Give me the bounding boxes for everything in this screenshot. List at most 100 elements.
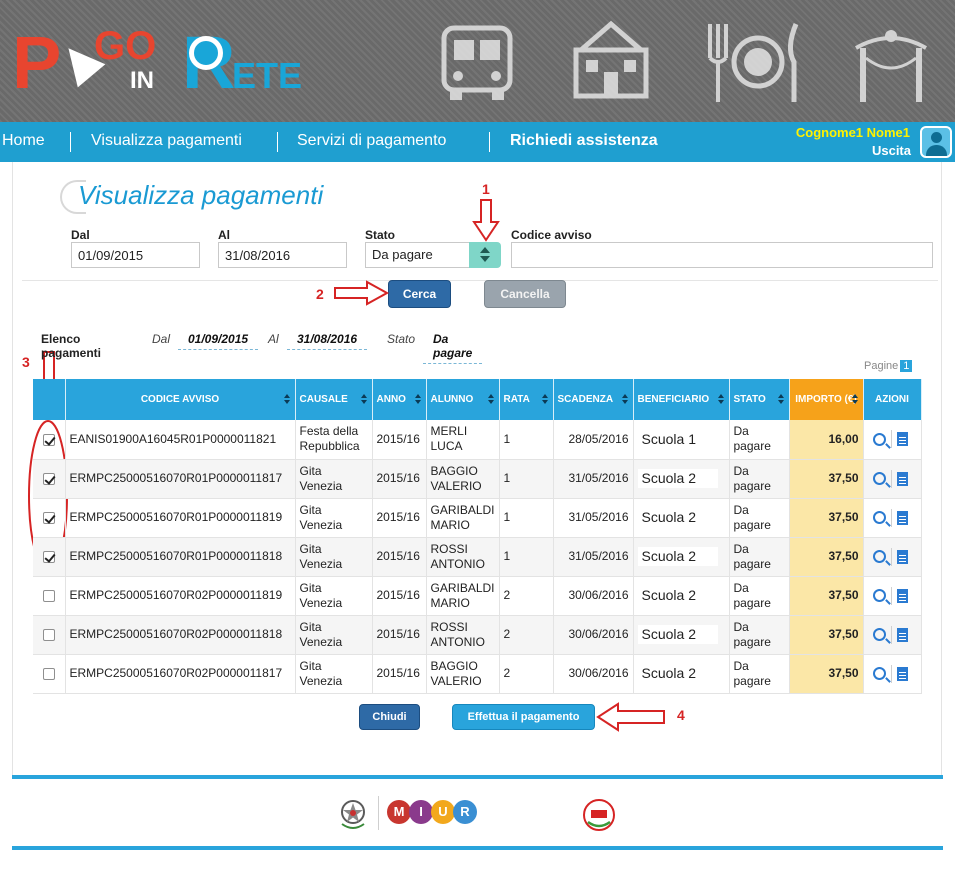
logo-go: GO [94, 24, 157, 68]
footer-top-rule [12, 775, 943, 779]
cell-rata: 2 [499, 654, 554, 694]
codice-avviso-label: Codice avviso [511, 228, 592, 242]
cell-anno: 2015/16 [372, 420, 427, 460]
nav-home[interactable]: Home [2, 122, 45, 162]
stato-dropdown-toggle[interactable] [469, 242, 501, 268]
search-icon[interactable] [872, 628, 886, 641]
cell-codice-avviso: ERMPC25000516070R01P0000011817 [65, 459, 296, 499]
row-checkbox[interactable] [42, 511, 55, 524]
nav-richiedi-assistenza[interactable]: Richiedi assistenza [510, 122, 658, 162]
al-label: Al [218, 228, 230, 242]
logo-letter-p: P [12, 21, 62, 104]
nav-visualizza-pagamenti[interactable]: Visualizza pagamenti [91, 122, 242, 162]
header-codice-avviso[interactable]: CODICE AVVISO [65, 379, 296, 420]
footer-bottom-rule [12, 846, 943, 850]
cell-codice-avviso: EANIS01900A16045R01P0000011821 [65, 420, 296, 460]
document-icon[interactable] [896, 666, 908, 681]
header-beneficiario[interactable]: BENEFICIARIO [633, 379, 730, 420]
cell-alunno: ROSSI ANTONIO [426, 537, 500, 577]
site-header: P GO IN R ETE [0, 0, 955, 122]
summary-al-value: 31/08/2016 [287, 332, 368, 350]
cell-anno: 2015/16 [372, 459, 427, 499]
row-select-cell[interactable] [33, 459, 66, 499]
summary-stato-key: Stato [387, 332, 416, 346]
row-select-cell[interactable] [33, 654, 66, 694]
search-icon[interactable] [872, 472, 886, 485]
header-alunno[interactable]: ALUNNO [426, 379, 500, 420]
al-date-field[interactable] [218, 242, 347, 268]
row-select-cell[interactable] [33, 420, 66, 460]
table-header-row: CODICE AVVISO CAUSALE ANNO ALUNNO RATA S… [33, 379, 922, 420]
cancella-button[interactable]: Cancella [484, 280, 566, 308]
logo-in: IN [130, 67, 154, 94]
logout-link[interactable]: Uscita [872, 143, 911, 158]
header-rata[interactable]: RATA [499, 379, 554, 420]
dal-date-field[interactable] [71, 242, 200, 268]
stato-select[interactable]: Da pagare [365, 242, 471, 268]
italian-republic-emblem-icon [338, 797, 368, 831]
action-separator [890, 586, 892, 605]
document-icon[interactable] [896, 510, 908, 525]
summary-stato-value: Da pagare [423, 332, 483, 364]
document-icon[interactable] [896, 471, 908, 486]
search-icon[interactable] [872, 589, 886, 602]
table-row: ERMPC25000516070R02P0000011819 Gita Venez… [33, 576, 922, 616]
row-checkbox[interactable] [42, 472, 55, 485]
cell-importo: 37,50 [789, 537, 864, 577]
museum-icon [846, 18, 936, 106]
cell-beneficiario: Scuola 2 [633, 615, 730, 655]
beneficiario-value: Scuola 2 [637, 508, 718, 527]
header-importo[interactable]: IMPORTO (€) [789, 379, 864, 420]
header-anno[interactable]: ANNO [372, 379, 427, 420]
chiudi-button[interactable]: Chiudi [359, 704, 420, 730]
action-separator [890, 547, 892, 566]
search-icon[interactable] [872, 550, 886, 563]
effettua-pagamento-button[interactable]: Effettua il pagamento [452, 704, 595, 730]
cell-anno: 2015/16 [372, 615, 427, 655]
row-checkbox[interactable] [42, 589, 55, 602]
user-avatar-icon[interactable] [920, 126, 952, 158]
search-icon[interactable] [872, 667, 886, 680]
row-checkbox[interactable] [42, 433, 55, 446]
document-icon[interactable] [896, 432, 908, 447]
table-row: ERMPC25000516070R02P0000011818 Gita Venez… [33, 615, 922, 655]
sort-icon [414, 394, 421, 404]
cell-scadenza: 31/05/2016 [553, 537, 634, 577]
row-select-cell[interactable] [33, 498, 66, 538]
search-icon[interactable] [872, 511, 886, 524]
footer-separator [378, 796, 379, 830]
document-icon[interactable] [896, 549, 908, 564]
annotation-arrow-4 [596, 702, 665, 732]
row-select-cell[interactable] [33, 576, 66, 616]
cell-causale: Gita Venezia [295, 537, 373, 577]
cell-stato: Da pagare [729, 459, 790, 499]
cell-scadenza: 30/06/2016 [553, 615, 634, 655]
header-causale[interactable]: CAUSALE [295, 379, 373, 420]
school-building-icon [566, 18, 656, 106]
nav-separator [277, 132, 278, 152]
header-stato[interactable]: STATO [729, 379, 790, 420]
sort-icon [717, 394, 724, 404]
summary-al-key: Al [268, 332, 279, 346]
cell-causale: Gita Venezia [295, 654, 373, 694]
annotation-1: 1 [482, 181, 490, 197]
row-select-cell[interactable] [33, 615, 66, 655]
codice-avviso-field[interactable] [511, 242, 933, 268]
document-icon[interactable] [896, 627, 908, 642]
row-select-cell[interactable] [33, 537, 66, 577]
cell-azioni [863, 459, 922, 499]
row-checkbox[interactable] [42, 628, 55, 641]
table-row: EANIS01900A16045R01P0000011821 Festa dell… [33, 420, 922, 460]
cerca-button[interactable]: Cerca [388, 280, 451, 308]
row-checkbox[interactable] [42, 550, 55, 563]
row-checkbox[interactable] [42, 667, 55, 680]
nav-servizi-pagamento[interactable]: Servizi di pagamento [297, 122, 446, 162]
cell-codice-avviso: ERMPC25000516070R02P0000011817 [65, 654, 296, 694]
filter-divider [22, 280, 938, 281]
cell-azioni [863, 537, 922, 577]
user-name: Cognome1 Nome1 [795, 125, 910, 140]
page-number-current[interactable]: 1 [900, 360, 913, 372]
header-scadenza[interactable]: SCADENZA [553, 379, 634, 420]
search-icon[interactable] [872, 432, 886, 446]
document-icon[interactable] [896, 588, 908, 603]
